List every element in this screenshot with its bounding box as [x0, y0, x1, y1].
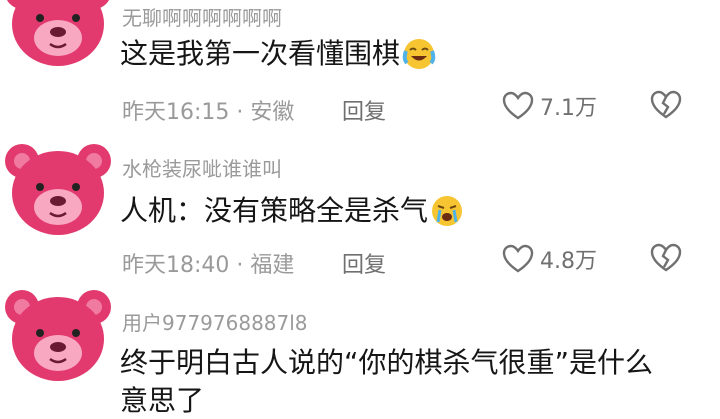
broken-heart-icon[interactable] — [650, 90, 682, 120]
broken-heart-icon[interactable] — [650, 243, 682, 273]
comment-text-row: 人机：没有策略全是杀气 — [120, 193, 464, 229]
pink-bear-avatar[interactable] — [2, 135, 114, 239]
crying-emoji — [432, 196, 463, 226]
comment-text: 终于明白古人说的“你的棋杀气很重”是什么 — [120, 346, 654, 379]
comment-text: 人机：没有策略全是杀气 — [120, 194, 429, 227]
comment-text: 这是我第一次看懂围棋 — [120, 37, 401, 70]
comment-time-location: 昨天18:40 · 福建 — [122, 253, 295, 278]
comment-time-location: 昨天16:15 · 安徽 — [122, 100, 295, 125]
comment-item: 水枪装尿呲谁谁叫 人机：没有策略全是杀气 昨天18:40 · 福建 回复 4.8… — [0, 135, 720, 285]
like-count: 7.1万 — [540, 96, 597, 121]
comment-item: 无聊啊啊啊啊啊啊 这是我第一次看懂围棋 昨天16:15 · 安徽 回复 7.1万 — [0, 0, 720, 135]
like-button[interactable]: 7.1万 — [502, 90, 597, 122]
heart-icon — [502, 244, 534, 273]
comment-username[interactable]: 无聊啊啊啊啊啊啊 — [122, 2, 282, 31]
like-button[interactable]: 4.8万 — [502, 243, 597, 275]
reply-button[interactable]: 回复 — [342, 94, 386, 126]
pink-bear-avatar[interactable] — [2, 281, 114, 385]
reply-button[interactable]: 回复 — [342, 247, 386, 279]
comment-item: 用户9779768887l8 终于明白古人说的“你的棋杀气很重”是什么 意思了 — [0, 285, 720, 417]
comment-text-continued: 意思了 — [120, 384, 205, 417]
comment-text-row: 这是我第一次看懂围棋 — [120, 36, 436, 72]
crying-laugh-emoji — [402, 39, 436, 69]
heart-icon — [502, 91, 534, 120]
comment-username[interactable]: 用户9779768887l8 — [122, 307, 308, 336]
like-count: 4.8万 — [540, 249, 597, 274]
pink-bear-avatar[interactable] — [2, 0, 114, 70]
comment-username[interactable]: 水枪装尿呲谁谁叫 — [122, 153, 282, 182]
